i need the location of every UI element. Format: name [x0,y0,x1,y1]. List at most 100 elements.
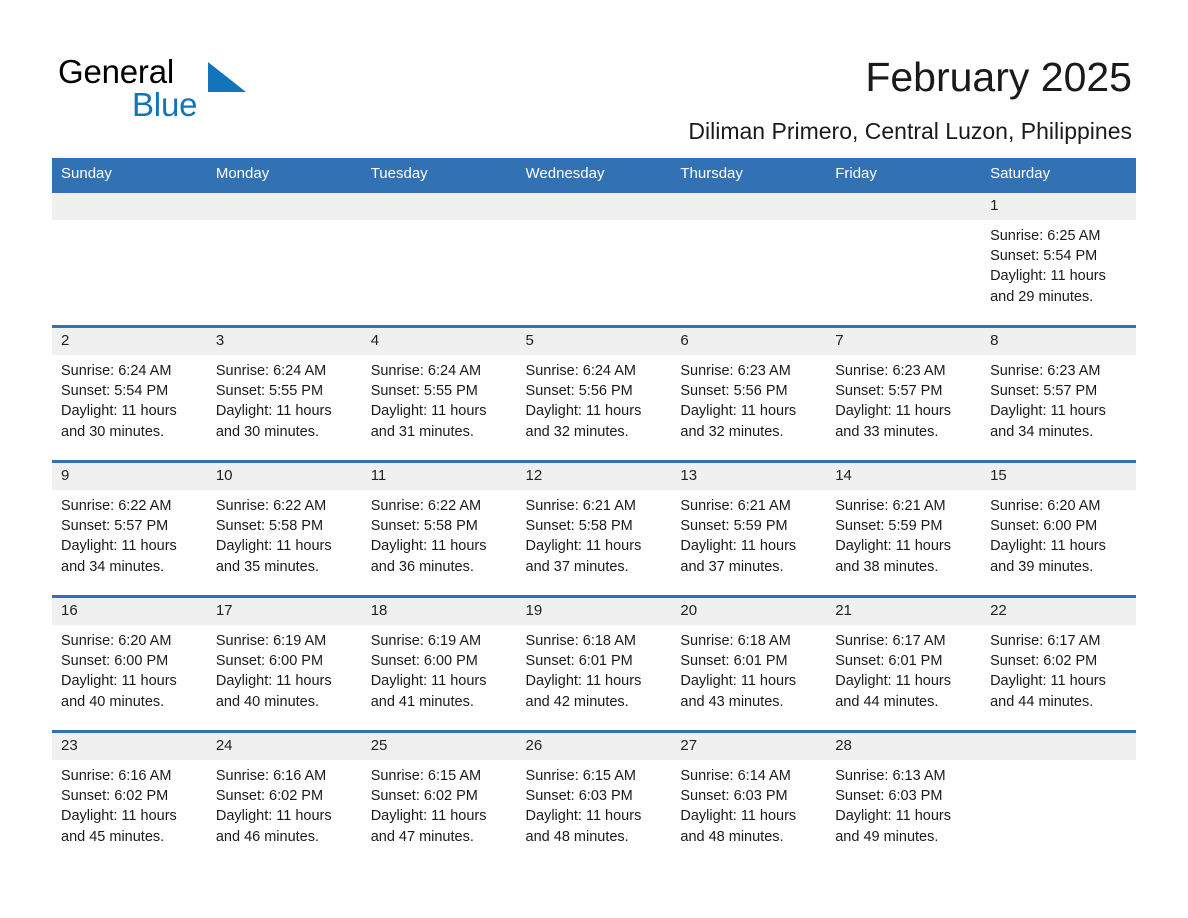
calendar-day-cell[interactable]: 22 Sunrise: 6:17 AM Sunset: 6:02 PM Dayligh… [981,595,1136,732]
calendar-day-cell[interactable]: 4 Sunrise: 6:24 AM Sunset: 5:55 PM Daylight… [361,325,517,462]
calendar-day-cell[interactable]: 20 Sunrise: 6:18 AM Sunset: 6:01 PM Dayligh… [671,595,827,732]
day-number: 13 [671,463,827,490]
calendar-day-cell[interactable]: 19 Sunrise: 6:18 AM Sunset: 6:01 PM Dayligh… [516,595,672,732]
day-details: Sunrise: 6:13 AM Sunset: 6:03 PM Daylight:… [826,760,981,847]
calendar-day-cell[interactable]: 25 Sunrise: 6:15 AM Sunset: 6:02 PM Dayligh… [361,730,517,867]
calendar-day-cell[interactable]: 8 Sunrise: 6:23 AM Sunset: 5:57 PM Daylight… [981,325,1136,462]
day-number: 15 [981,463,1136,490]
day-number [361,193,517,220]
calendar-day-cell[interactable]: 6 Sunrise: 6:23 AM Sunset: 5:56 PM Daylight… [671,325,827,462]
calendar-day-cell[interactable]: 13 Sunrise: 6:21 AM Sunset: 5:59 PM Dayligh… [671,460,827,597]
daylight-text: Daylight: 11 hours and 48 minutes. [525,808,642,845]
daylight-text: Daylight: 11 hours and 35 minutes. [215,538,332,575]
calendar-day-cell[interactable]: 26 Sunrise: 6:15 AM Sunset: 6:03 PM Dayligh… [516,730,672,867]
day-number: 25 [361,733,517,760]
calendar-day-cell[interactable]: 17 Sunrise: 6:19 AM Sunset: 6:00 PM Dayligh… [206,595,362,732]
daylight-text: Daylight: 11 hours and 36 minutes. [370,538,487,575]
daylight-text: Daylight: 11 hours and 44 minutes. [990,673,1106,710]
day-details: Sunrise: 6:24 AM Sunset: 5:56 PM Daylight:… [517,355,672,442]
weekday-header-sunday: Sunday [52,158,207,192]
day-number: 5 [516,328,672,355]
day-details: Sunrise: 6:22 AM Sunset: 5:58 PM Daylight:… [207,490,362,577]
day-details: Sunrise: 6:18 AM Sunset: 6:01 PM Daylight:… [671,625,826,712]
calendar-day-cell[interactable]: 18 Sunrise: 6:19 AM Sunset: 6:00 PM Dayligh… [361,595,517,732]
sunset-text: Sunset: 6:02 PM [990,653,1098,670]
day-number: 19 [516,598,672,625]
weekday-header-friday: Friday [826,158,982,192]
sunset-text: Sunset: 6:00 PM [990,518,1098,535]
sunrise-text: Sunrise: 6:20 AM [990,498,1101,514]
calendar-empty-cell [206,190,362,327]
day-details: Sunrise: 6:14 AM Sunset: 6:03 PM Daylight:… [671,760,826,847]
sunset-text: Sunset: 5:57 PM [835,383,943,400]
calendar-day-cell[interactable]: 9 Sunrise: 6:22 AM Sunset: 5:57 PM Daylight… [52,460,207,597]
day-details: Sunrise: 6:15 AM Sunset: 6:02 PM Daylight:… [362,760,517,847]
daylight-text: Daylight: 11 hours and 29 minutes. [990,268,1106,305]
day-number [52,193,207,220]
sunset-text: Sunset: 5:55 PM [370,383,478,400]
calendar-day-cell[interactable]: 28 Sunrise: 6:13 AM Sunset: 6:03 PM Dayligh… [826,730,982,867]
sunset-text: Sunset: 5:59 PM [835,518,943,535]
daylight-text: Daylight: 11 hours and 41 minutes. [370,673,487,710]
daylight-text: Daylight: 11 hours and 40 minutes. [215,673,332,710]
sunrise-text: Sunrise: 6:22 AM [61,498,172,514]
sunrise-text: Sunrise: 6:18 AM [525,633,636,649]
day-number: 8 [981,328,1136,355]
sunset-text: Sunset: 5:55 PM [215,383,324,400]
daylight-text: Daylight: 11 hours and 34 minutes. [990,403,1106,440]
sunset-text: Sunset: 5:56 PM [525,383,633,400]
calendar-day-cell[interactable]: 24 Sunrise: 6:16 AM Sunset: 6:02 PM Dayligh… [206,730,362,867]
day-number: 23 [52,733,207,760]
day-number [516,193,672,220]
calendar-day-cell[interactable]: 21 Sunrise: 6:17 AM Sunset: 6:01 PM Dayligh… [826,595,982,732]
sunrise-text: Sunrise: 6:22 AM [370,498,482,514]
day-number: 17 [206,598,362,625]
calendar-day-cell[interactable]: 15 Sunrise: 6:20 AM Sunset: 6:00 PM Dayligh… [981,460,1136,597]
daylight-text: Daylight: 11 hours and 42 minutes. [525,673,642,710]
daylight-text: Daylight: 11 hours and 30 minutes. [61,403,177,440]
sunset-text: Sunset: 6:01 PM [525,653,633,670]
day-number: 9 [52,463,207,490]
sunset-text: Sunset: 5:54 PM [990,248,1098,265]
day-details: Sunrise: 6:18 AM Sunset: 6:01 PM Daylight:… [517,625,672,712]
day-number: 22 [981,598,1136,625]
day-details: Sunrise: 6:17 AM Sunset: 6:01 PM Daylight:… [826,625,981,712]
sunrise-text: Sunrise: 6:23 AM [835,363,946,379]
calendar-day-cell[interactable]: 1 Sunrise: 6:25 AM Sunset: 5:54 PM Daylight… [981,190,1136,327]
day-number: 4 [361,328,517,355]
day-details: Sunrise: 6:20 AM Sunset: 6:00 PM Daylight:… [52,625,207,712]
day-details: Sunrise: 6:19 AM Sunset: 6:00 PM Daylight:… [362,625,517,712]
sunrise-text: Sunrise: 6:24 AM [525,363,636,379]
calendar-day-cell[interactable]: 14 Sunrise: 6:21 AM Sunset: 5:59 PM Dayligh… [826,460,982,597]
calendar-day-cell[interactable]: 11 Sunrise: 6:22 AM Sunset: 5:58 PM Dayligh… [361,460,517,597]
day-details: Sunrise: 6:21 AM Sunset: 5:58 PM Daylight:… [517,490,672,577]
calendar-day-cell[interactable]: 7 Sunrise: 6:23 AM Sunset: 5:57 PM Daylight… [826,325,982,462]
sunset-text: Sunset: 6:03 PM [680,788,788,805]
day-details: Sunrise: 6:24 AM Sunset: 5:54 PM Daylight:… [52,355,207,442]
day-number: 21 [826,598,982,625]
sunset-text: Sunset: 5:58 PM [370,518,478,535]
calendar-day-cell[interactable]: 3 Sunrise: 6:24 AM Sunset: 5:55 PM Daylight… [206,325,362,462]
calendar-day-cell[interactable]: 2 Sunrise: 6:24 AM Sunset: 5:54 PM Daylight… [52,325,207,462]
general-blue-logo[interactable]: General Blue [58,52,338,128]
daylight-text: Daylight: 11 hours and 45 minutes. [61,808,177,845]
logo-text-blue: Blue [132,86,198,123]
daylight-text: Daylight: 11 hours and 49 minutes. [835,808,952,845]
calendar-day-cell[interactable]: 5 Sunrise: 6:24 AM Sunset: 5:56 PM Daylight… [516,325,672,462]
sunset-text: Sunset: 6:03 PM [525,788,633,805]
calendar-day-cell[interactable]: 23 Sunrise: 6:16 AM Sunset: 6:02 PM Dayligh… [52,730,207,867]
calendar-day-cell[interactable]: 10 Sunrise: 6:22 AM Sunset: 5:58 PM Dayligh… [206,460,362,597]
calendar-day-cell[interactable]: 27 Sunrise: 6:14 AM Sunset: 6:03 PM Dayligh… [671,730,827,867]
calendar-body: 1 Sunrise: 6:25 AM Sunset: 5:54 PM Daylight… [52,190,1136,867]
sunset-text: Sunset: 6:00 PM [61,653,169,670]
day-details: Sunrise: 6:17 AM Sunset: 6:02 PM Daylight:… [981,625,1136,712]
sunset-text: Sunset: 5:58 PM [215,518,324,535]
calendar-day-cell[interactable]: 16 Sunrise: 6:20 AM Sunset: 6:00 PM Dayligh… [52,595,207,732]
day-number: 24 [206,733,362,760]
day-number: 20 [671,598,827,625]
day-number: 7 [826,328,982,355]
calendar-day-cell[interactable]: 12 Sunrise: 6:21 AM Sunset: 5:58 PM Dayligh… [516,460,672,597]
calendar-week-row: 2 Sunrise: 6:24 AM Sunset: 5:54 PM Daylight… [52,325,1136,462]
day-details: Sunrise: 6:22 AM Sunset: 5:58 PM Daylight:… [362,490,517,577]
sunset-text: Sunset: 6:01 PM [680,653,788,670]
